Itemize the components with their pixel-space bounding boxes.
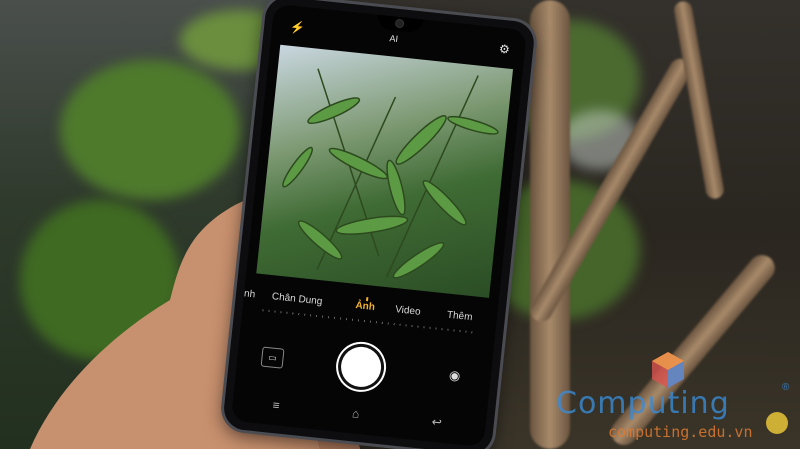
ai-icon[interactable]: AI [389, 33, 399, 44]
gallery-icon[interactable]: ▭ [260, 346, 285, 369]
menu-icon[interactable]: ≡ [272, 398, 280, 413]
watermark-registered: ® [782, 382, 790, 393]
photo-scene: ⚡ AI ⚙ nh Chân Dung Ảnh Video Thêm ▭ ◉ ≡… [0, 0, 800, 449]
watermark-url: computing.edu.vn [608, 423, 753, 441]
front-camera-icon [395, 19, 404, 28]
mode-video[interactable]: Video [395, 304, 421, 318]
watermark-brand: Computing [556, 386, 730, 421]
mode-more[interactable]: Thêm [446, 310, 473, 324]
switch-camera-icon[interactable]: ◉ [444, 366, 466, 386]
smartphone: ⚡ AI ⚙ nh Chân Dung Ảnh Video Thêm ▭ ◉ ≡… [221, 0, 536, 449]
navigation-bar: ≡ ⌂ ↩ [231, 390, 486, 440]
watermark-badge-icon [766, 412, 788, 434]
mode-partial[interactable]: nh [243, 288, 255, 300]
mode-photo[interactable]: Ảnh [355, 300, 375, 313]
notch [376, 14, 424, 34]
back-icon[interactable]: ↩ [431, 415, 442, 430]
leaf-preview [282, 68, 499, 279]
camera-app-screen: ⚡ AI ⚙ nh Chân Dung Ảnh Video Thêm ▭ ◉ ≡… [230, 3, 528, 448]
settings-gear-icon[interactable]: ⚙ [498, 42, 510, 57]
home-icon[interactable]: ⌂ [351, 406, 360, 421]
shutter-button[interactable] [339, 344, 384, 389]
camera-viewfinder[interactable] [256, 44, 514, 298]
mode-portrait[interactable]: Chân Dung [271, 291, 322, 307]
flash-icon[interactable]: ⚡ [290, 20, 306, 35]
computing-logo-icon [652, 352, 684, 388]
